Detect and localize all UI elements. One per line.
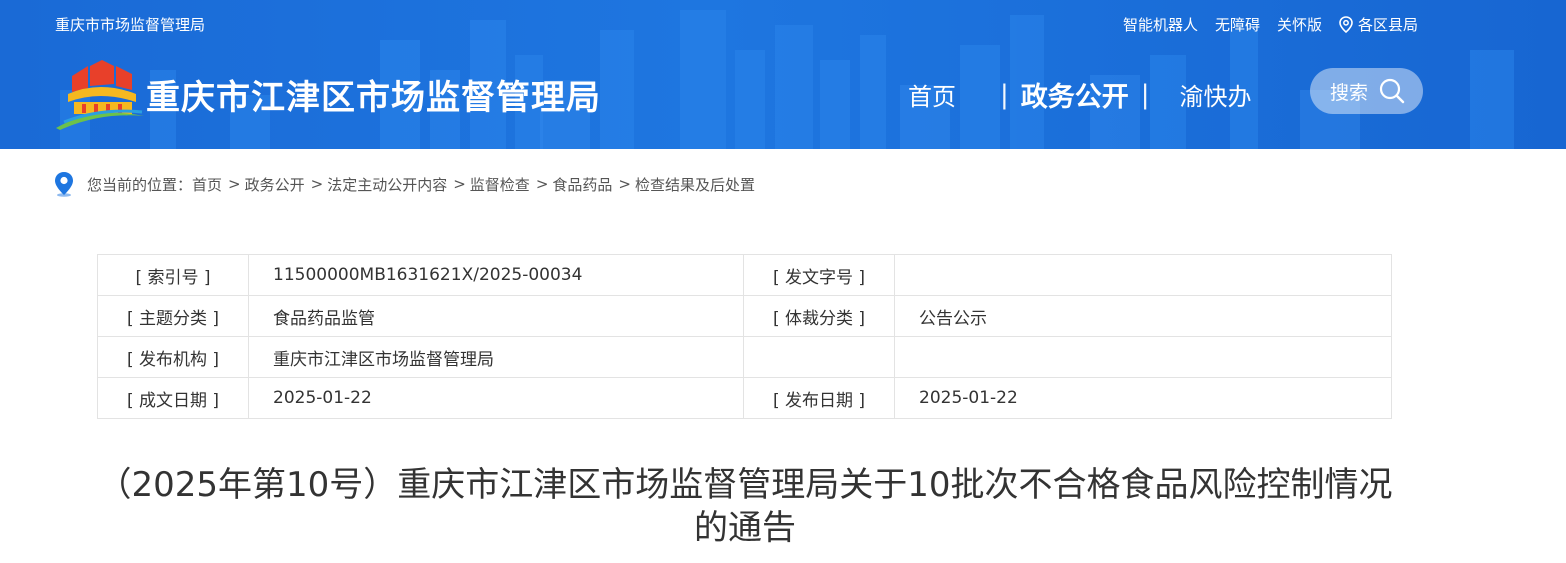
issuing-agency-label: [ 发布机构 ] (97, 336, 249, 378)
empty-value-cell (894, 336, 1392, 378)
smart-robot-link[interactable]: 智能机器人 (1123, 14, 1198, 35)
document-number-label: [ 发文字号 ] (743, 254, 895, 296)
nav-divider: | (1140, 79, 1150, 110)
breadcrumb-inspection-results[interactable]: 检查结果及后处置 (635, 174, 755, 195)
table-row: [ 主题分类 ] 食品药品监管 [ 体裁分类 ] 公告公示 (97, 295, 1392, 337)
document-info-table: [ 索引号 ] 11500000MB1631621X/2025-00034 [ … (97, 254, 1392, 419)
breadcrumb-separator: > (453, 175, 466, 193)
nav-home[interactable]: 首页 (908, 77, 956, 112)
topic-category-label: [ 主题分类 ] (97, 295, 249, 337)
breadcrumb-separator: > (228, 175, 241, 193)
table-row: [ 成文日期 ] 2025-01-22 [ 发布日期 ] 2025-01-22 (97, 377, 1392, 419)
top-utility-links: 智能机器人 无障碍 关怀版 各区县局 (1123, 14, 1418, 35)
document-number-value (894, 254, 1392, 296)
breadcrumb-food-drug[interactable]: 食品药品 (552, 174, 612, 195)
search-button[interactable]: 搜索 (1310, 68, 1423, 114)
main-nav: 首页 | 政务公开 | 渝快办 (908, 75, 1252, 114)
index-number-label: [ 索引号 ] (97, 254, 249, 296)
breadcrumb-supervision[interactable]: 监督检查 (470, 174, 530, 195)
publish-date-value: 2025-01-22 (894, 377, 1392, 419)
article-title: （2025年第10号）重庆市江津区市场监督管理局关于10批次不合格食品风险控制情… (97, 465, 1393, 548)
location-marker-icon (55, 172, 73, 197)
nav-yukuaiban[interactable]: 渝快办 (1180, 77, 1252, 112)
written-date-label: [ 成文日期 ] (97, 377, 249, 419)
empty-label-cell (743, 336, 895, 378)
publish-date-label: [ 发布日期 ] (743, 377, 895, 419)
care-mode-link[interactable]: 关怀版 (1277, 14, 1322, 35)
parent-site-link[interactable]: 重庆市市场监督管理局 (55, 14, 205, 35)
breadcrumb-prefix: 您当前的位置： (87, 175, 193, 194)
breadcrumb: 您当前的位置： 首页 > 政务公开 > 法定主动公开内容 > 监督检查 > 食品… (53, 171, 755, 197)
breadcrumb-statutory-disclosure[interactable]: 法定主动公开内容 (327, 174, 447, 195)
region-bureaus-link[interactable]: 各区县局 (1339, 14, 1418, 35)
bureau-logo-icon[interactable] (54, 58, 146, 130)
genre-category-value: 公告公示 (894, 295, 1392, 337)
breadcrumb-home[interactable]: 首页 (192, 174, 222, 195)
search-label: 搜索 (1330, 81, 1369, 104)
issuing-agency-value: 重庆市江津区市场监督管理局 (248, 336, 744, 378)
nav-divider: | (1000, 79, 1009, 110)
nav-gov-affairs[interactable]: 政务公开 (1021, 75, 1129, 114)
breadcrumb-gov-affairs[interactable]: 政务公开 (245, 174, 305, 195)
accessibility-link[interactable]: 无障碍 (1215, 14, 1260, 35)
breadcrumb-separator: > (618, 175, 631, 193)
region-bureaus-label: 各区县局 (1357, 16, 1418, 34)
table-row: [ 索引号 ] 11500000MB1631621X/2025-00034 [ … (97, 254, 1392, 296)
genre-category-label: [ 体裁分类 ] (743, 295, 895, 337)
site-title[interactable]: 重庆市江津区市场监督管理局 (146, 70, 601, 119)
index-number-value: 11500000MB1631621X/2025-00034 (248, 254, 744, 296)
site-header: 重庆市市场监督管理局 智能机器人 无障碍 关怀版 各区县局 重庆市江津区市场监督… (0, 0, 1566, 149)
table-row: [ 发布机构 ] 重庆市江津区市场监督管理局 (97, 336, 1392, 378)
location-pin-icon (1339, 16, 1353, 33)
breadcrumb-separator: > (535, 175, 549, 193)
written-date-value: 2025-01-22 (248, 377, 744, 419)
breadcrumb-separator: > (310, 175, 324, 193)
topic-category-value: 食品药品监管 (248, 295, 744, 337)
search-icon (1379, 78, 1405, 104)
